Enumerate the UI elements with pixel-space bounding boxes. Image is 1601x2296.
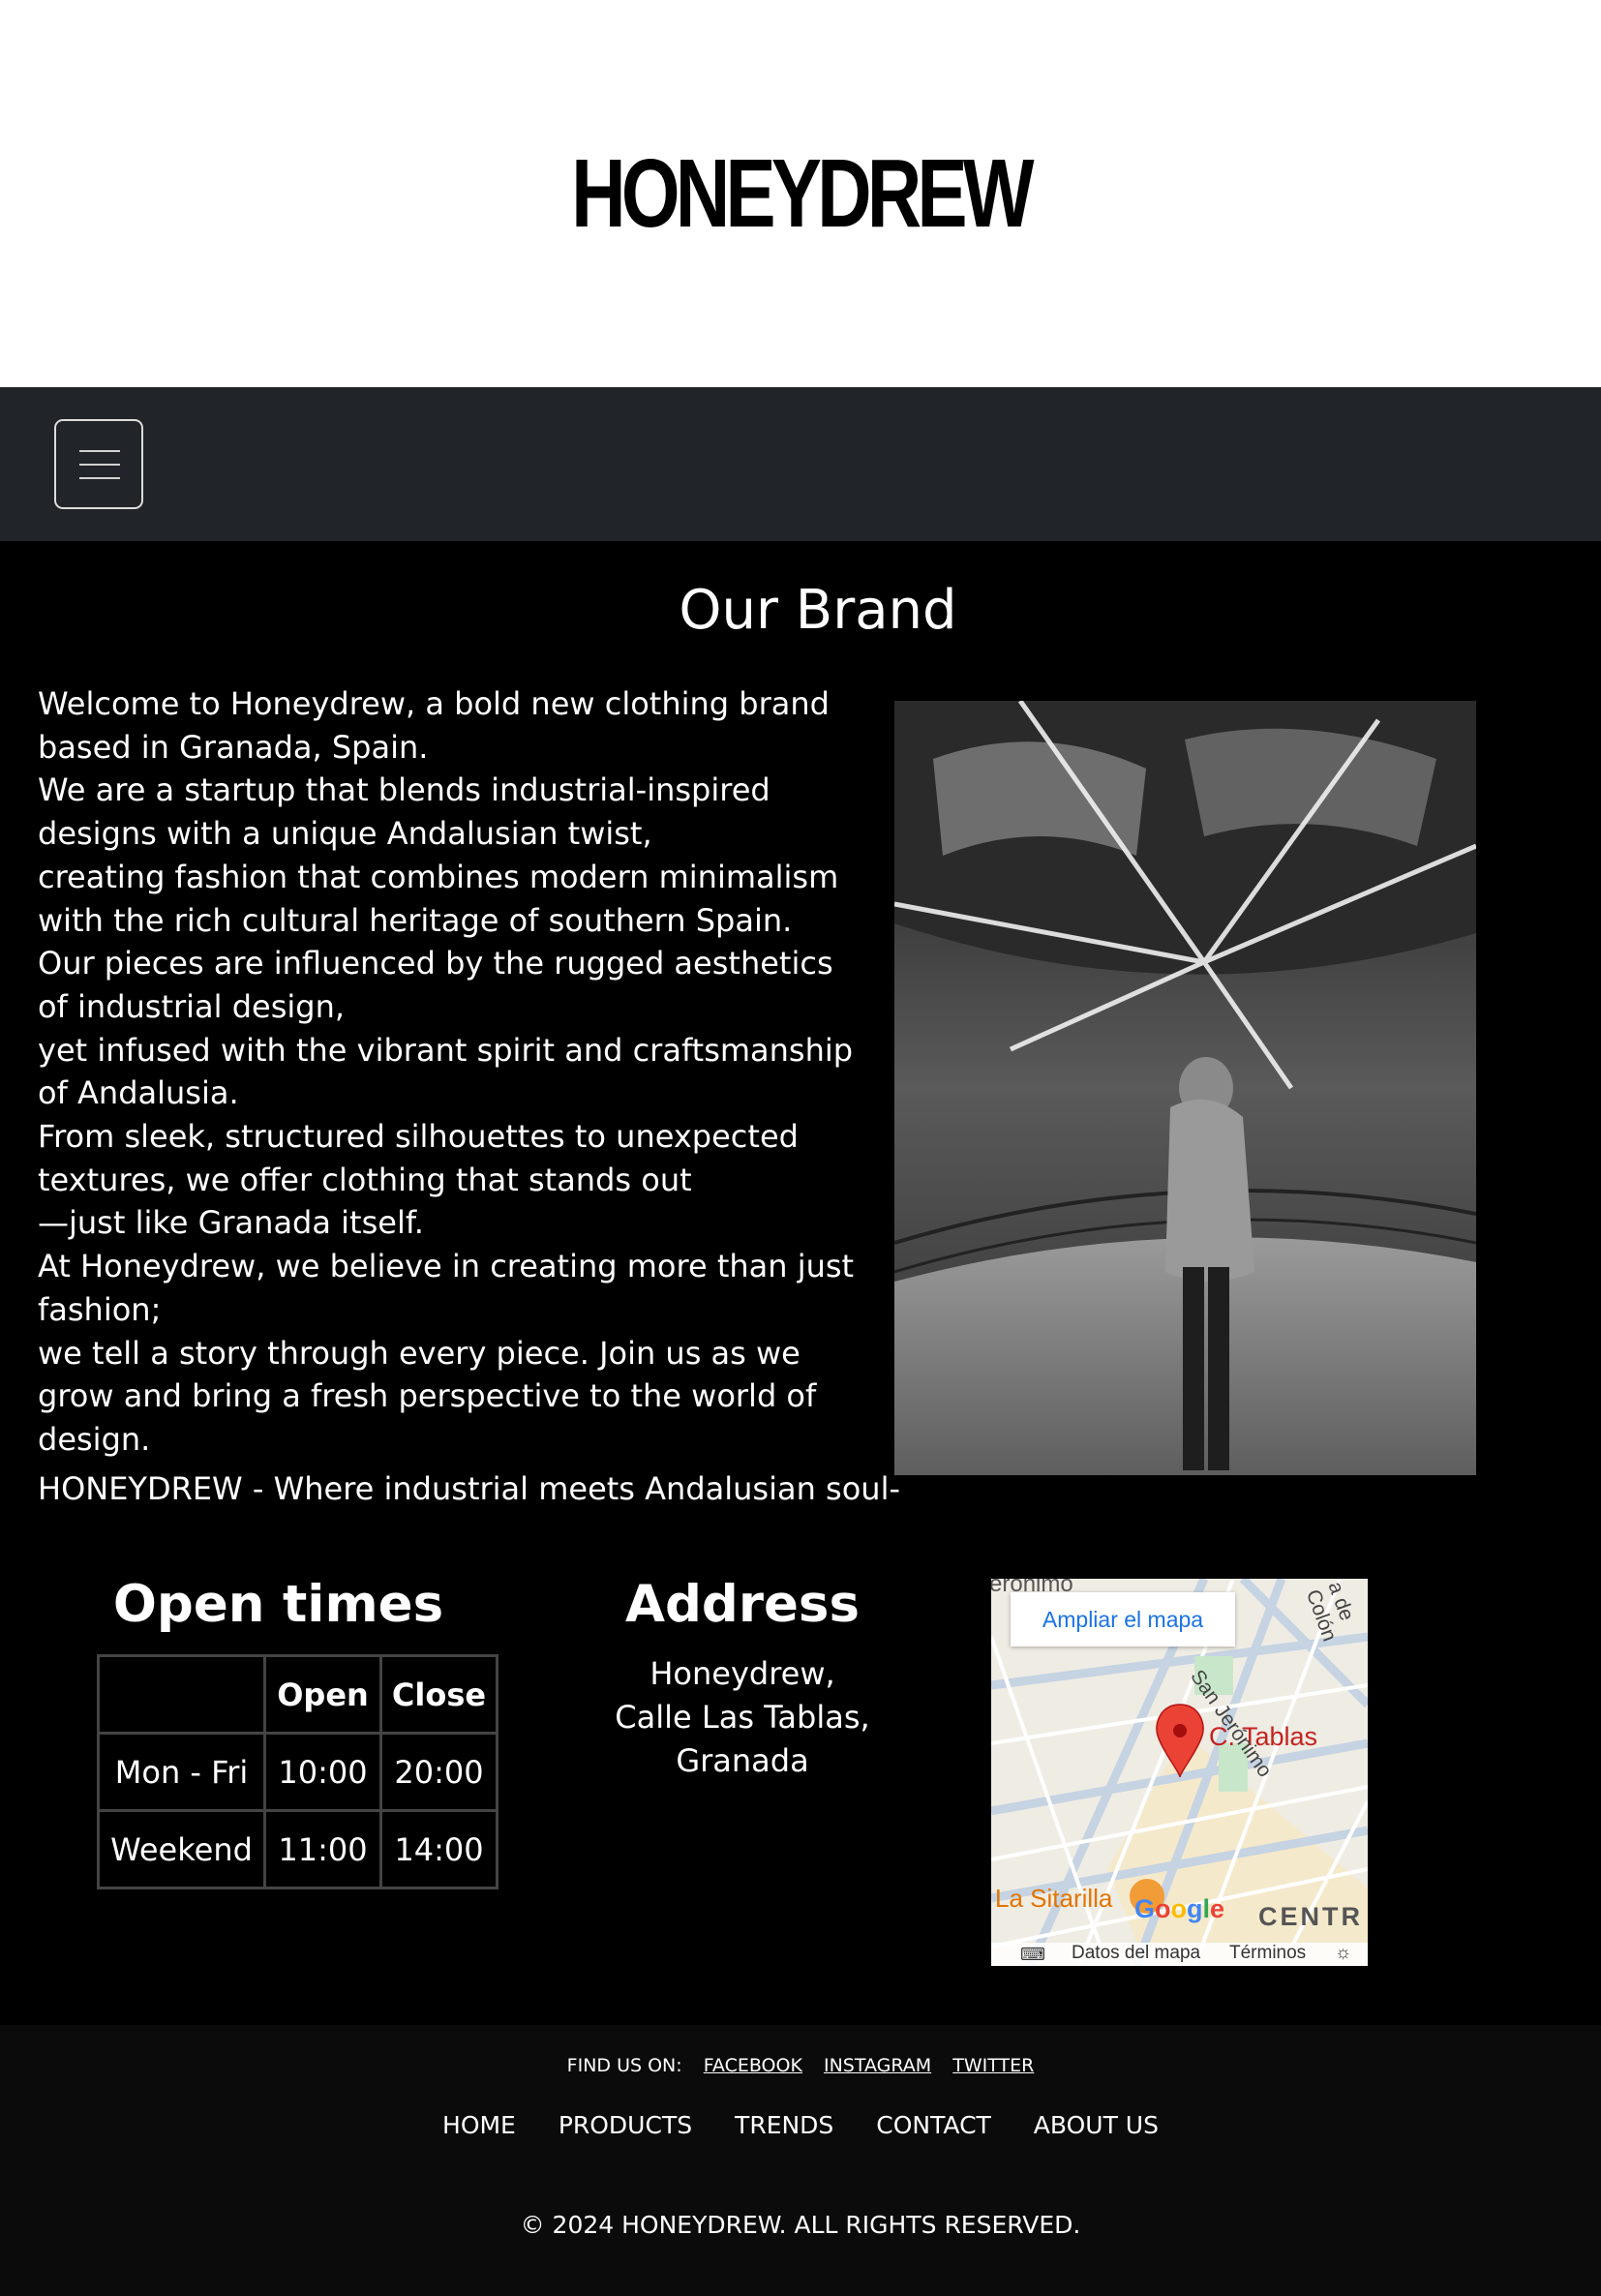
bug-report-icon[interactable]: ☼ xyxy=(1335,1943,1351,1964)
table-header-row: Open Close xyxy=(97,1654,498,1735)
table-row: Mon - Fri 10:00 20:00 xyxy=(97,1732,498,1812)
industrial-hall-illustration xyxy=(894,701,1476,1475)
brand-paragraph: At Honeydrew, we believe in creating mor… xyxy=(38,1248,855,1328)
find-us-label: FIND US ON: xyxy=(566,2055,682,2076)
address-line: Granada xyxy=(676,1742,809,1779)
address-line: Calle Las Tablas, xyxy=(615,1699,870,1736)
address-title: Address xyxy=(624,1575,861,1634)
brand-photo xyxy=(894,701,1476,1475)
social-links: FIND US ON: FACEBOOK INSTAGRAM TWITTER xyxy=(0,2051,1601,2080)
brand-paragraph: We are a startup that blends industrial-… xyxy=(38,771,770,853)
twitter-link[interactable]: TWITTER xyxy=(952,2055,1034,2076)
brand-paragraph: yet infused with the vibrant spirit and … xyxy=(38,1031,854,1112)
brand-paragraph: Our pieces are influenced by the rugged … xyxy=(38,945,833,1025)
main-content: Our Brand Welcome to Honeydrew, a bold n… xyxy=(0,541,1601,2025)
google-logo: Google xyxy=(1134,1894,1225,1923)
table-header-cell xyxy=(97,1654,266,1735)
brand-paragraph: Welcome to Honeydrew, a bold new clothin… xyxy=(38,685,830,766)
hamburger-menu-button[interactable] xyxy=(54,419,143,509)
table-cell: 11:00 xyxy=(263,1809,382,1889)
brand-paragraph: we tell a story through every piece. Joi… xyxy=(38,1334,817,1458)
facebook-link[interactable]: FACEBOOK xyxy=(704,2055,802,2076)
brand-section-title: Our Brand xyxy=(679,579,957,642)
footer-nav: HOME PRODUCTS TRENDS CONTACT ABOUT US xyxy=(0,2106,1601,2145)
table-cell: 20:00 xyxy=(379,1732,498,1812)
table-cell: Mon - Fri xyxy=(97,1732,266,1812)
brand-paragraph: From sleek, structured silhouettes to un… xyxy=(38,1118,799,1198)
footer-nav-home[interactable]: HOME xyxy=(442,2111,516,2139)
footer-nav-about-us[interactable]: ABOUT US xyxy=(1034,2111,1159,2139)
brand-logo[interactable]: HONEYDREW xyxy=(176,136,1425,252)
site-header: HONEYDREW xyxy=(0,0,1601,387)
map-poi-label: La Sitarilla xyxy=(995,1884,1113,1913)
table-header-cell: Open xyxy=(263,1654,382,1735)
copyright-text: © 2024 HONEYDREW. ALL RIGHTS RESERVED. xyxy=(520,2211,1081,2239)
map-street-label: erónimo xyxy=(991,1579,1073,1597)
table-header-cell: Close xyxy=(379,1654,498,1735)
footer-nav-trends[interactable]: TRENDS xyxy=(735,2111,833,2139)
map-footer: ⌨ Datos del mapa Términos ☼ xyxy=(991,1943,1368,1966)
navbar xyxy=(0,387,1601,541)
table-cell: 14:00 xyxy=(379,1809,498,1889)
keyboard-icon[interactable]: ⌨ xyxy=(1020,1945,1045,1965)
map-terms-link[interactable]: Términos xyxy=(1229,1943,1306,1964)
footer-nav-contact[interactable]: CONTACT xyxy=(876,2111,991,2139)
brand-tagline: HONEYDREW - Where industrial meets Andal… xyxy=(38,1470,900,1507)
brand-description: Welcome to Honeydrew, a bold new clothin… xyxy=(38,682,870,1462)
address-line: Honeydrew, xyxy=(649,1655,835,1692)
brand-paragraph: —just like Granada itself. xyxy=(38,1204,424,1242)
footer-nav-products[interactable]: PRODUCTS xyxy=(559,2111,692,2139)
instagram-link[interactable]: INSTAGRAM xyxy=(824,2055,931,2076)
open-times-title: Open times xyxy=(112,1575,444,1634)
table-cell: 10:00 xyxy=(263,1732,382,1812)
open-times-table: Open Close Mon - Fri 10:00 20:00 Weekend… xyxy=(97,1654,498,1889)
brand-paragraph: creating fashion that combines modern mi… xyxy=(38,858,839,939)
table-row: Weekend 11:00 14:00 xyxy=(97,1809,498,1889)
site-footer: FIND US ON: FACEBOOK INSTAGRAM TWITTER H… xyxy=(0,2025,1601,2296)
map-enlarge-link[interactable]: Ampliar el mapa xyxy=(1011,1592,1235,1646)
table-cell: Weekend xyxy=(97,1809,266,1889)
map-data-link[interactable]: Datos del mapa xyxy=(1072,1943,1200,1964)
map-district-label: CENTR xyxy=(1258,1902,1363,1931)
embedded-map[interactable]: Ampliar el mapa C. Tablas La Sitarilla C… xyxy=(991,1579,1368,1966)
address-block: Honeydrew, Calle Las Tablas, Granada xyxy=(597,1652,888,1783)
